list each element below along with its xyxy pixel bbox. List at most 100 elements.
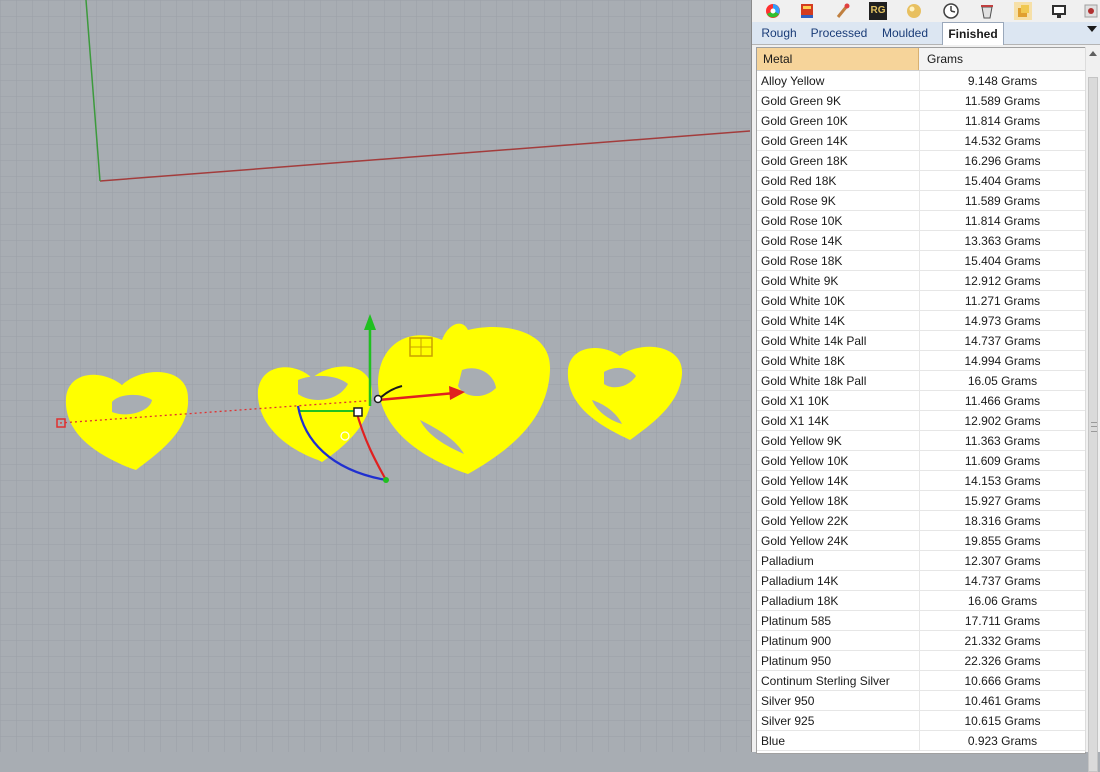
metal-name-cell: Palladium 14K	[761, 571, 920, 591]
table-row[interactable]: Gold White 9K 12.912 Grams	[757, 271, 1085, 291]
table-row[interactable]: Palladium 18K 16.06 Grams	[757, 591, 1085, 611]
table-row[interactable]: Gold X1 14K 12.902 Grams	[757, 411, 1085, 431]
metal-name-cell: Gold Green 14K	[761, 131, 920, 151]
metal-name-cell: Gold Yellow 10K	[761, 451, 920, 471]
table-row[interactable]: Gold Yellow 24K 19.855 Grams	[757, 531, 1085, 551]
metal-weight-table: Metal Grams Alloy Yellow 9.148 Grams Gold …	[756, 47, 1086, 754]
scroll-up-arrow-icon[interactable]	[1089, 51, 1097, 56]
table-row[interactable]: Palladium 12.307 Grams	[757, 551, 1085, 571]
clock-icon[interactable]	[942, 2, 960, 20]
metal-name-cell: Gold White 14k Pall	[761, 331, 920, 351]
grams-value-cell: 18.316 Grams	[964, 514, 1041, 528]
table-row[interactable]: Gold White 14k Pall 14.737 Grams	[757, 331, 1085, 351]
table-row[interactable]: Gold Yellow 10K 11.609 Grams	[757, 451, 1085, 471]
grams-value-cell: 15.404 Grams	[964, 254, 1041, 268]
table-row[interactable]: Gold Yellow 22K 18.316 Grams	[757, 511, 1085, 531]
grams-value-cell: 11.363 Grams	[964, 434, 1041, 448]
table-row[interactable]: Gold Rose 14K 13.363 Grams	[757, 231, 1085, 251]
metal-name-cell: Platinum 900	[761, 631, 920, 651]
scroll-grip-icon	[1091, 422, 1097, 432]
tab-moulded[interactable]: Moulded	[878, 22, 932, 44]
tab-processed[interactable]: Processed	[807, 22, 871, 44]
grams-value-cell: 10.461 Grams	[964, 694, 1041, 708]
column-header-grams[interactable]: Grams	[920, 48, 1085, 70]
metal-name-cell: Gold Yellow 24K	[761, 531, 920, 551]
gumball-origin[interactable]	[373, 394, 383, 404]
panel-toolbar: RG	[752, 0, 1100, 22]
grams-value-cell: 11.589 Grams	[964, 194, 1041, 208]
table-row[interactable]: Gold White 18K 14.994 Grams	[757, 351, 1085, 371]
grams-value-cell: 14.532 Grams	[964, 134, 1041, 148]
table-row[interactable]: Blue 0.923 Grams	[757, 731, 1085, 751]
tab-finished[interactable]: Finished	[942, 22, 1004, 45]
table-row[interactable]: Gold Green 10K 11.814 Grams	[757, 111, 1085, 131]
grams-value-cell: 14.973 Grams	[964, 314, 1041, 328]
table-row[interactable]: Gold Yellow 14K 14.153 Grams	[757, 471, 1085, 491]
grams-value-cell: 11.609 Grams	[964, 454, 1041, 468]
metal-name-cell: Gold Rose 18K	[761, 251, 920, 271]
metal-name-cell: Platinum 585	[761, 611, 920, 631]
table-row[interactable]: Gold Green 14K 14.532 Grams	[757, 131, 1085, 151]
book-icon[interactable]	[798, 2, 816, 20]
table-row[interactable]: Gold X1 10K 11.466 Grams	[757, 391, 1085, 411]
metal-name-cell: Gold Rose 14K	[761, 231, 920, 251]
tab-dropdown-chevron-icon[interactable]	[1087, 26, 1097, 32]
table-row[interactable]: Palladium 14K 14.737 Grams	[757, 571, 1085, 591]
table-row[interactable]: Gold Yellow 18K 15.927 Grams	[757, 491, 1085, 511]
table-row[interactable]: Gold White 14K 14.973 Grams	[757, 311, 1085, 331]
grams-value-cell: 16.296 Grams	[964, 154, 1041, 168]
metal-name-cell: Gold White 10K	[761, 291, 920, 311]
grams-value-cell: 16.05 Grams	[967, 374, 1038, 388]
grams-value-cell: 12.902 Grams	[964, 414, 1041, 428]
table-row[interactable]: Platinum 900 21.332 Grams	[757, 631, 1085, 651]
table-row[interactable]: Gold Green 9K 11.589 Grams	[757, 91, 1085, 111]
metal-name-cell: Silver 925	[761, 711, 920, 731]
metal-name-cell: Palladium	[761, 551, 920, 571]
metal-name-cell: Gold Rose 10K	[761, 211, 920, 231]
scrollbar-thumb[interactable]	[1088, 77, 1098, 772]
rg-logo-icon[interactable]: RG	[869, 2, 887, 20]
table-row[interactable]: Gold White 10K 11.271 Grams	[757, 291, 1085, 311]
gumball-scale-handle[interactable]	[353, 407, 363, 417]
metal-name-cell: Gold Yellow 18K	[761, 491, 920, 511]
table-row[interactable]: Gold Rose 9K 11.589 Grams	[757, 191, 1085, 211]
grams-value-cell: 12.307 Grams	[964, 554, 1041, 568]
table-row[interactable]: Gold Yellow 9K 11.363 Grams	[757, 431, 1085, 451]
table-row[interactable]: Platinum 950 22.326 Grams	[757, 651, 1085, 671]
grams-value-cell: 11.589 Grams	[964, 94, 1041, 108]
table-header: Metal Grams	[757, 48, 1085, 71]
grams-value-cell: 21.332 Grams	[964, 634, 1041, 648]
table-row[interactable]: Silver 925 10.615 Grams	[757, 711, 1085, 731]
table-row[interactable]: Alloy Yellow 9.148 Grams	[757, 71, 1085, 91]
tab-rough[interactable]: Rough	[755, 22, 803, 44]
metal-name-cell: Gold White 18k Pall	[761, 371, 920, 391]
table-row[interactable]: Gold Rose 10K 11.814 Grams	[757, 211, 1085, 231]
grams-value-cell: 10.615 Grams	[964, 714, 1041, 728]
table-row[interactable]: Gold Green 18K 16.296 Grams	[757, 151, 1085, 171]
column-header-metal[interactable]: Metal	[757, 48, 919, 70]
material-sphere-icon[interactable]	[905, 2, 923, 20]
bucket-icon[interactable]	[978, 2, 996, 20]
viewport-canvas[interactable]	[0, 0, 750, 752]
vertical-scrollbar[interactable]	[1085, 47, 1100, 772]
color-wheel-icon[interactable]	[764, 2, 782, 20]
grams-value-cell: 16.06 Grams	[967, 594, 1038, 608]
table-row[interactable]: Platinum 585 17.711 Grams	[757, 611, 1085, 631]
metal-name-cell: Palladium 18K	[761, 591, 920, 611]
monitor-icon[interactable]	[1050, 2, 1068, 20]
brush-icon[interactable]	[834, 2, 852, 20]
grams-value-cell: 13.363 Grams	[964, 234, 1041, 248]
table-row[interactable]: Continum Sterling Silver 10.666 Grams	[757, 671, 1085, 691]
layers-icon[interactable]	[1014, 2, 1032, 20]
metal-name-cell: Gold Rose 9K	[761, 191, 920, 211]
metal-name-cell: Alloy Yellow	[761, 71, 920, 91]
table-row[interactable]: Gold Red 18K 15.404 Grams	[757, 171, 1085, 191]
metal-name-cell: Platinum 950	[761, 651, 920, 671]
table-row[interactable]: Gold Rose 18K 15.404 Grams	[757, 251, 1085, 271]
table-row[interactable]: Silver 950 10.461 Grams	[757, 691, 1085, 711]
more-icon[interactable]	[1082, 2, 1100, 20]
grams-value-cell: 14.153 Grams	[964, 474, 1041, 488]
metal-name-cell: Gold Green 18K	[761, 151, 920, 171]
3d-viewport[interactable]	[0, 0, 750, 752]
table-row[interactable]: Gold White 18k Pall 16.05 Grams	[757, 371, 1085, 391]
